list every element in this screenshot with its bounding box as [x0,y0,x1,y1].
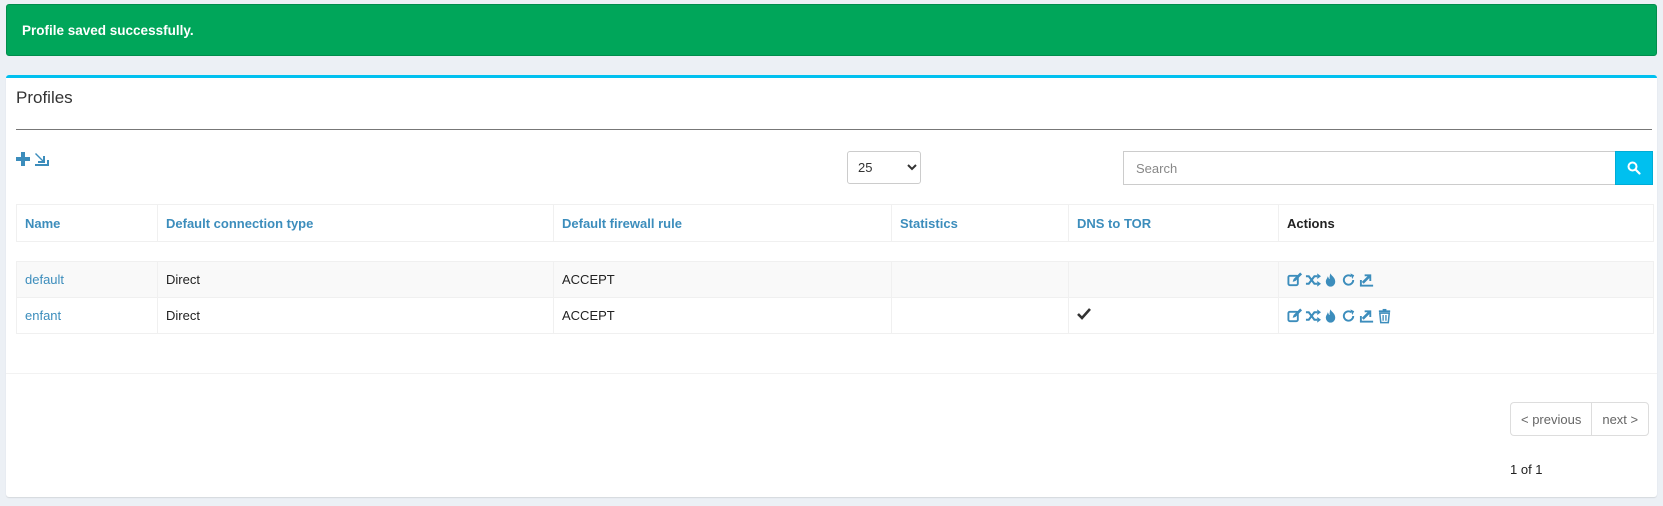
column-header-actions: Actions [1278,204,1654,242]
toolbar [15,151,50,167]
profile-name-link[interactable]: enfant [25,308,61,323]
column-header-firewall[interactable]: Default firewall rule [553,204,892,242]
box-title: Profiles [16,88,73,107]
cell-connection: Direct [157,297,554,334]
search-button[interactable] [1615,151,1653,185]
column-header-name[interactable]: Name [16,204,158,242]
cell-firewall: ACCEPT [553,261,892,298]
cell-actions [1278,297,1654,334]
export-icon[interactable] [1359,272,1376,288]
pagination: < previous next > [1510,402,1650,436]
alert-message: Profile saved successfully. [22,23,194,38]
success-alert: Profile saved successfully. [6,4,1657,56]
fire-icon[interactable] [1323,308,1340,324]
check-icon [1077,307,1091,321]
import-icon[interactable] [34,151,50,167]
footer-divider [6,373,1657,374]
page-info: 1 of 1 [1510,462,1543,477]
sort-statistics-link[interactable]: Statistics [900,216,958,231]
export-icon[interactable] [1359,308,1376,324]
fire-icon[interactable] [1323,272,1340,288]
table-header-row: Name Default connection type Default fir… [16,204,1654,242]
cell-dns [1068,261,1279,298]
add-profile-icon[interactable] [15,151,31,167]
next-page-button[interactable]: next > [1591,402,1650,436]
sort-dns-link[interactable]: DNS to TOR [1077,216,1151,231]
cell-firewall: ACCEPT [553,297,892,334]
table-row: default Direct ACCEPT [16,261,1654,298]
title-divider [16,129,1652,130]
search-input[interactable] [1123,151,1615,185]
table-row: enfant Direct ACCEPT [16,297,1654,334]
search-bar [1123,151,1653,185]
cell-connection: Direct [157,261,554,298]
cell-dns [1068,297,1279,334]
profiles-table: Name Default connection type Default fir… [16,204,1654,334]
sort-name-link[interactable]: Name [25,216,60,231]
previous-page-button[interactable]: < previous [1510,402,1592,436]
page-size-select[interactable]: 25 [847,151,921,184]
cell-actions [1278,261,1654,298]
edit-icon[interactable] [1287,271,1304,288]
sort-connection-link[interactable]: Default connection type [166,216,313,231]
cell-statistics [891,261,1069,298]
edit-icon[interactable] [1287,307,1304,324]
profiles-box: Profiles 25 Name Default connection type [6,75,1657,497]
column-header-statistics[interactable]: Statistics [891,204,1069,242]
trash-icon[interactable] [1377,308,1394,324]
cell-name: default [16,261,158,298]
refresh-icon[interactable] [1341,308,1358,324]
search-icon [1627,161,1641,175]
cell-name: enfant [16,297,158,334]
shuffle-icon[interactable] [1305,272,1322,288]
spacer-row [16,241,1654,262]
shuffle-icon[interactable] [1305,308,1322,324]
sort-firewall-link[interactable]: Default firewall rule [562,216,682,231]
refresh-icon[interactable] [1341,272,1358,288]
profile-name-link[interactable]: default [25,272,64,287]
column-header-dns[interactable]: DNS to TOR [1068,204,1279,242]
cell-statistics [891,297,1069,334]
column-header-connection[interactable]: Default connection type [157,204,554,242]
